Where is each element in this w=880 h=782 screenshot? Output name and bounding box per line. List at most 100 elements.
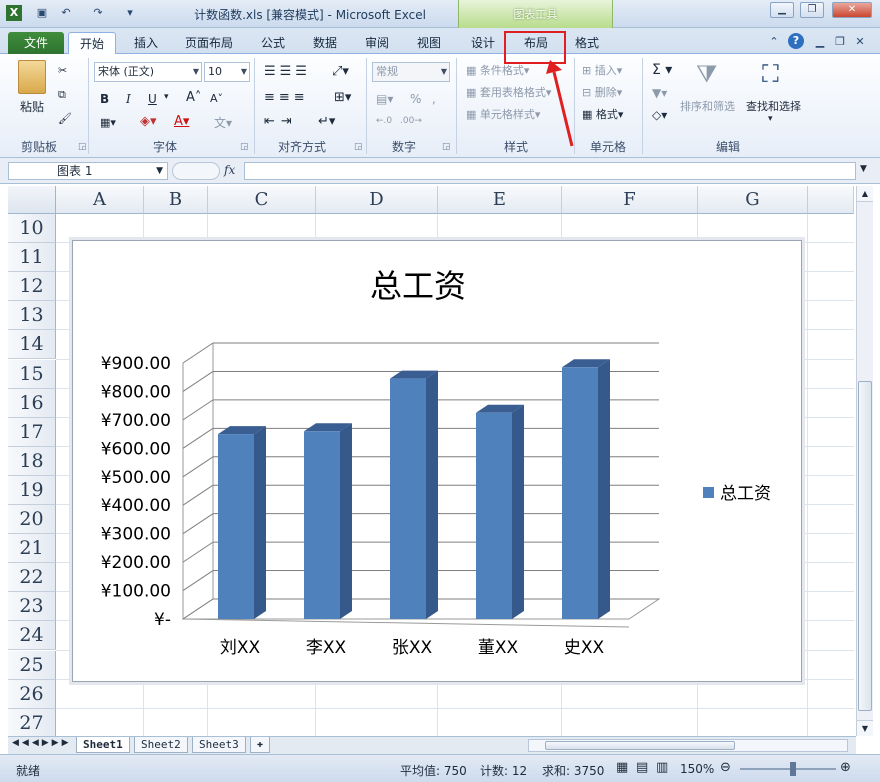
zoom-in-icon[interactable]: ⊕ [840,760,851,775]
minimize-button[interactable]: ▁ [770,2,794,18]
find-select-dropdown-icon[interactable]: ▾ [768,114,773,124]
row-header-18[interactable]: 18 [8,446,56,476]
row-header-27[interactable]: 27 [8,708,56,736]
zoom-level[interactable]: 150% [680,762,714,776]
sort-filter-icon[interactable]: ⧩ [696,60,717,88]
tab-chart-format[interactable]: 格式 [566,32,608,54]
zoom-slider-track[interactable] [740,768,836,770]
chart-object[interactable]: ¥- ¥100.00 ¥200.00 ¥300.00 ¥400.00 ¥500.00 ¥60… [72,240,802,682]
insert-sheet-icon[interactable]: ✚ [250,737,271,753]
borders-icon[interactable]: ▦▾ [100,116,116,129]
row-header-19[interactable]: 19 [8,475,56,505]
binoculars-icon[interactable]: ⛶ [762,60,779,88]
column-header-b[interactable]: B [144,186,208,214]
row-header-20[interactable]: 20 [8,505,56,535]
horizontal-scroll-thumb[interactable] [545,741,735,750]
cut-icon[interactable]: ✂ [58,64,67,77]
fill-icon[interactable]: ▼▾ [652,86,667,100]
column-header-d[interactable]: D [316,186,438,214]
font-size-combo[interactable]: 10 ▼ [204,62,250,82]
zoom-out-icon[interactable]: ⊖ [720,760,731,775]
scroll-thumb[interactable] [858,381,872,711]
page-break-view-icon[interactable]: ▥ [656,760,668,775]
column-header-c[interactable]: C [208,186,316,214]
format-as-table-button[interactable]: ▦ 套用表格格式▾ [466,84,551,100]
sheet-nav-icons[interactable]: ◀◀◀▶▶▶ [12,738,72,748]
row-header-16[interactable]: 16 [8,388,56,418]
workbook-minimize-icon[interactable]: ▁ [812,34,828,50]
row-header-13[interactable]: 13 [8,301,56,331]
clipboard-launcher-icon[interactable]: ◲ [78,142,87,152]
row-header-17[interactable]: 17 [8,417,56,447]
paste-icon[interactable] [18,60,46,94]
underline-button[interactable]: U [148,92,157,106]
zoom-slider-thumb[interactable] [790,762,796,776]
insert-function-button[interactable]: fx [224,163,235,177]
tab-insert[interactable]: 插入 [124,32,168,54]
sheet-tab-sheet2[interactable]: Sheet2 [134,737,188,753]
conditional-formatting-button[interactable]: ▦ 条件格式▾ [466,62,529,78]
column-header-f[interactable]: F [562,186,698,214]
horizontal-align-icons[interactable]: ≡≡≡ [264,90,309,105]
formula-input[interactable] [244,162,856,180]
sheet-tab-sheet1[interactable]: Sheet1 [76,737,130,753]
bold-button[interactable]: B [100,92,109,106]
wrap-text-icon[interactable]: ↵▾ [318,114,335,129]
workbook-restore-icon[interactable]: ❐ [832,34,848,50]
autosum-icon[interactable]: Σ ▾ [652,62,672,78]
help-icon[interactable]: ? [788,33,804,49]
row-header-14[interactable]: 14 [8,330,56,360]
merge-center-icon[interactable]: ⊞▾ [334,90,351,105]
underline-dropdown-icon[interactable]: ▾ [164,92,169,102]
number-launcher-icon[interactable]: ◲ [442,142,451,152]
tab-file[interactable]: 文件 [8,32,64,54]
row-header-15[interactable]: 15 [8,359,56,389]
paste-button[interactable]: 粘贴 [20,98,44,115]
delete-cells-button[interactable]: ⊟ 删除▾ [582,84,622,100]
column-header-e[interactable]: E [438,186,562,214]
shrink-font-icon[interactable]: A˅ [210,92,223,105]
copy-icon[interactable]: ⧉ [58,88,66,102]
expand-formula-bar-icon[interactable]: ▼ [860,164,867,174]
format-painter-icon[interactable]: 🖌 [58,112,72,125]
restore-button[interactable]: ❐ [800,2,824,18]
horizontal-scrollbar[interactable] [528,739,848,752]
insert-cells-button[interactable]: ⊞ 插入▾ [582,62,622,78]
name-box[interactable]: 图表 1 ▼ [8,162,168,180]
select-all-button[interactable] [8,186,56,214]
sheet-tab-sheet3[interactable]: Sheet3 [192,737,246,753]
grow-font-icon[interactable]: A˄ [186,90,201,105]
comma-icon[interactable]: , [432,92,436,106]
accounting-format-icon[interactable]: ▤▾ [376,92,393,106]
number-format-combo[interactable]: 常规 ▼ [372,62,450,82]
increase-decimal-icon[interactable]: ←.0 [376,116,392,126]
scroll-up-icon[interactable]: ▲ [857,186,873,202]
decrease-decimal-icon[interactable]: .00→ [400,116,422,126]
page-layout-view-icon[interactable]: ▤ [636,760,648,775]
fill-color-icon[interactable]: ◈▾ [140,114,157,129]
tab-home[interactable]: 开始 [68,32,116,54]
column-header-g[interactable]: G [698,186,808,214]
alignment-launcher-icon[interactable]: ◲ [354,142,363,152]
font-color-icon[interactable]: A▾ [174,114,189,129]
row-header-10[interactable]: 10 [8,214,56,244]
normal-view-icon[interactable]: ▦ [616,760,628,775]
phonetic-icon[interactable]: 文▾ [214,114,232,131]
tab-page-layout[interactable]: 页面布局 [178,32,240,54]
orientation-icon[interactable]: ⤢▾ [332,64,349,79]
workbook-close-icon[interactable]: ✕ [852,34,868,50]
row-header-24[interactable]: 24 [8,621,56,651]
row-header-12[interactable]: 12 [8,272,56,302]
tab-review[interactable]: 审阅 [356,32,398,54]
column-header-a[interactable]: A [56,186,144,214]
tab-chart-design[interactable]: 设计 [462,32,504,54]
chart-svg[interactable]: ¥- ¥100.00 ¥200.00 ¥300.00 ¥400.00 ¥500.00 ¥60… [73,241,803,683]
row-header-23[interactable]: 23 [8,592,56,622]
percent-icon[interactable]: % [410,92,421,106]
ribbon-collapse-icon[interactable]: ⌃ [766,34,782,50]
tab-data[interactable]: 数据 [304,32,346,54]
cell-styles-button[interactable]: ▦ 单元格样式▾ [466,106,540,122]
column-header-next[interactable] [808,186,854,214]
row-header-25[interactable]: 25 [8,650,56,680]
format-cells-button[interactable]: ▦ 格式▾ [582,106,623,122]
